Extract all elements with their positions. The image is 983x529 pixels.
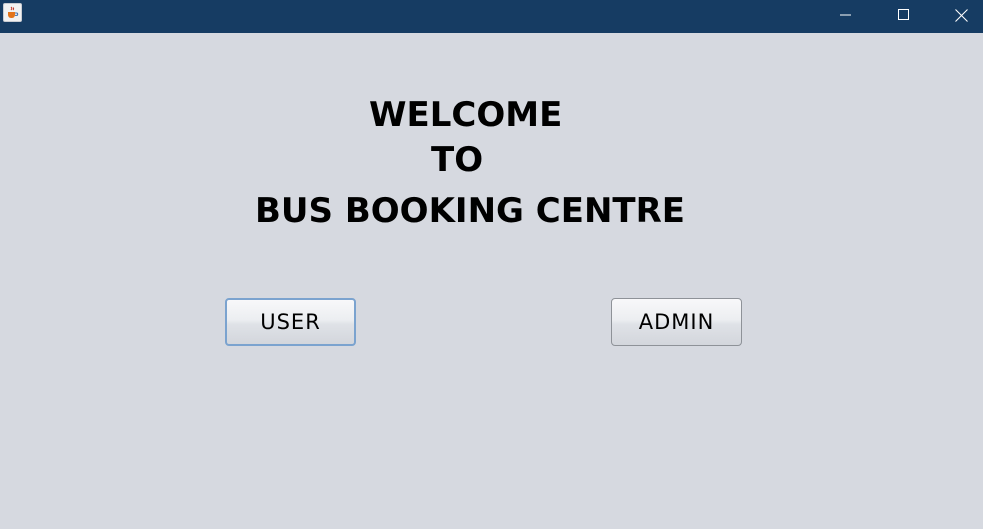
app-window: WELCOME TO BUS BOOKING CENTRE USER ADMIN xyxy=(0,0,983,529)
minimize-button[interactable] xyxy=(823,0,869,30)
welcome-heading: WELCOME xyxy=(369,95,563,135)
minimize-icon xyxy=(840,14,851,16)
maximize-icon xyxy=(898,9,909,20)
user-button[interactable]: USER xyxy=(225,298,356,346)
java-app-icon[interactable] xyxy=(3,3,22,22)
close-icon xyxy=(954,8,968,22)
admin-button[interactable]: ADMIN xyxy=(611,298,742,346)
title-bar xyxy=(0,0,983,33)
java-cup-icon xyxy=(8,6,19,18)
to-heading: TO xyxy=(431,140,484,180)
bus-booking-centre-heading: BUS BOOKING CENTRE xyxy=(255,191,685,231)
close-button[interactable] xyxy=(938,0,983,30)
maximize-button[interactable] xyxy=(881,0,927,30)
